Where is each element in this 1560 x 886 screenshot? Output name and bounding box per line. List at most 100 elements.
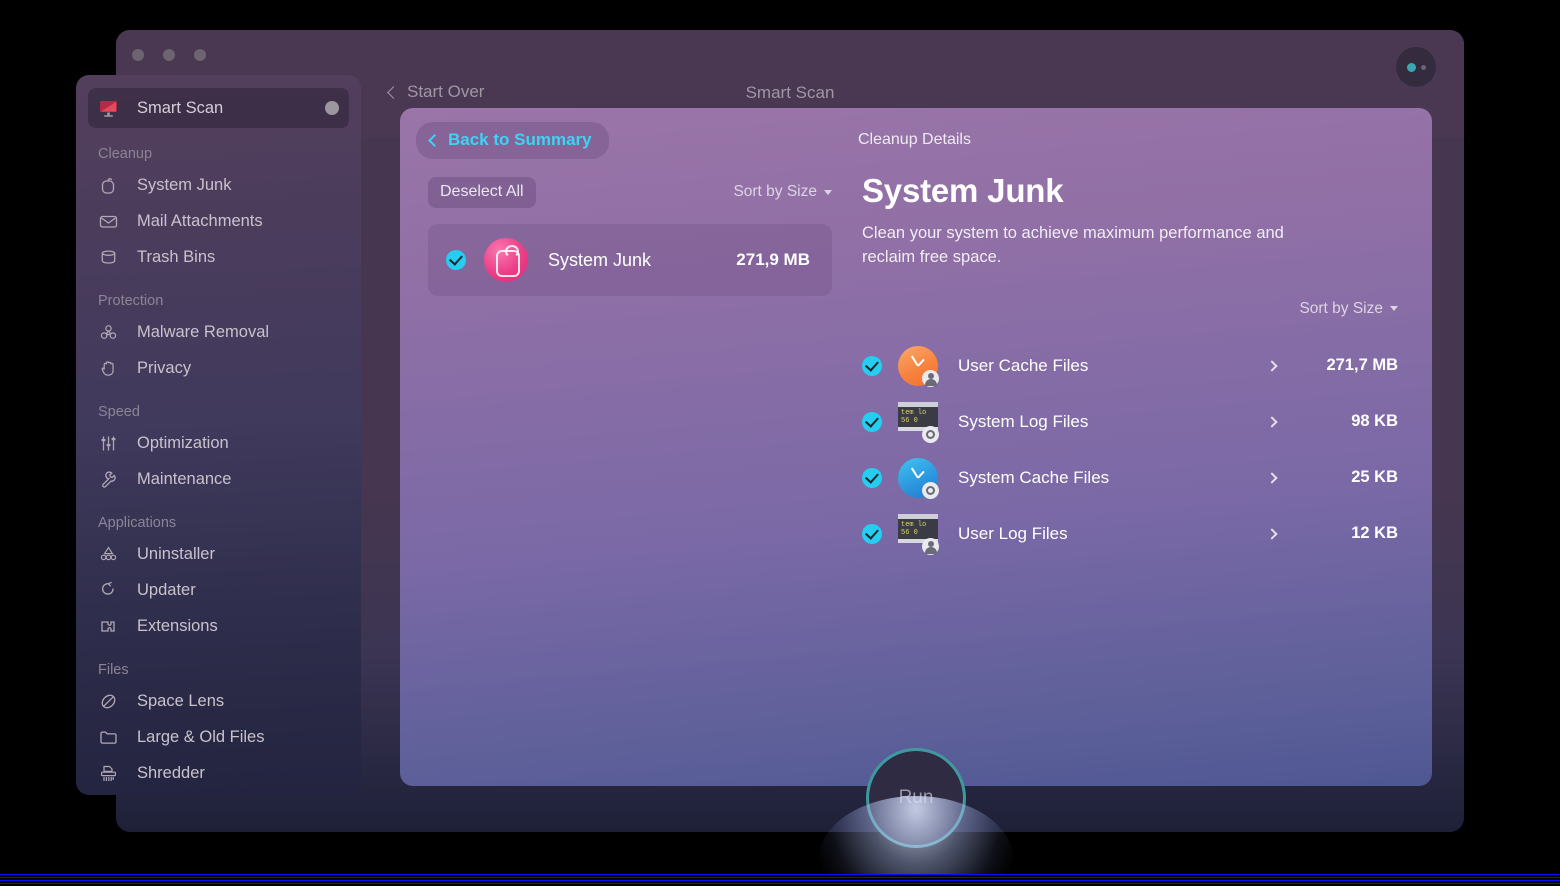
folder-icon <box>98 727 119 748</box>
chevron-left-icon <box>428 133 441 147</box>
sidebar-item-label: Malware Removal <box>137 322 270 341</box>
checkbox-user-cache-files[interactable] <box>862 355 882 376</box>
file-size: 25 KB <box>1351 468 1398 487</box>
left-sort-dropdown[interactable]: Sort by Size <box>733 183 832 201</box>
chevron-down-icon <box>824 189 832 195</box>
sidebar-item-maintenance[interactable]: Maintenance <box>88 461 349 497</box>
sidebar-item-system-junk[interactable]: System Junk <box>88 167 349 203</box>
shredder-icon <box>98 763 119 784</box>
close-button-icon[interactable] <box>132 49 144 61</box>
sidebar-item-label: Optimization <box>137 433 229 452</box>
user-log-icon: tem lo 56 0 <box>898 513 939 555</box>
back-to-summary-label: Back to Summary <box>448 130 592 149</box>
chevron-right-icon[interactable] <box>1266 416 1278 428</box>
sidebar-item-label: System Junk <box>137 175 232 194</box>
checkbox-user-log-files[interactable] <box>862 523 882 544</box>
sidebar-item-extensions[interactable]: Extensions <box>88 608 349 644</box>
file-size: 12 KB <box>1351 524 1398 543</box>
checkbox-system-cache-files[interactable] <box>862 467 882 488</box>
screen: Start Over Smart Scan Back to Summary Cl… <box>0 0 1560 886</box>
envelope-icon <box>98 211 119 232</box>
status-dot-icon <box>325 101 339 115</box>
checkbox-system-log-files[interactable] <box>862 411 882 432</box>
junk-bag-icon <box>98 175 119 196</box>
lens-icon <box>98 691 119 712</box>
sidebar-item-label: Mail Attachments <box>137 211 263 230</box>
sidebar-item-mail-attachments[interactable]: Mail Attachments <box>88 203 349 239</box>
sidebar-item-label: Privacy <box>137 358 192 377</box>
sidebar-item-label: Uninstaller <box>137 544 215 563</box>
sidebar-item-trash-bins[interactable]: Trash Bins <box>88 239 349 275</box>
sidebar-item-label: Trash Bins <box>137 247 216 266</box>
hand-icon <box>98 358 119 379</box>
chevron-right-icon[interactable] <box>1266 472 1278 484</box>
sidebar-item-shredder[interactable]: Shredder <box>88 755 349 791</box>
checkbox-system-junk[interactable] <box>446 250 466 270</box>
file-name: System Log Files <box>958 411 1089 431</box>
category-row-system-junk[interactable]: System Junk 271,9 MB <box>428 224 832 296</box>
left-sort-label: Sort by Size <box>733 183 817 200</box>
sidebar-group-applications: Applications <box>98 515 177 531</box>
system-log-icon: tem lo 56 0 <box>898 401 939 443</box>
user-cache-icon <box>898 345 939 387</box>
file-row[interactable]: System Cache Files 25 KB <box>862 450 1398 506</box>
sidebar-item-malware-removal[interactable]: Malware Removal <box>88 314 349 350</box>
system-cache-icon <box>898 457 939 499</box>
launchpad-icon <box>98 544 119 565</box>
wrench-icon <box>98 469 119 490</box>
sidebar-item-label: Updater <box>137 580 196 599</box>
card-header: Back to Summary Cleanup Details <box>400 108 1432 170</box>
sidebar-item-label: Maintenance <box>137 469 232 488</box>
file-size: 271,7 MB <box>1326 356 1398 375</box>
sidebar-item-label: Space Lens <box>137 691 225 710</box>
sidebar-group-cleanup: Cleanup <box>98 146 153 162</box>
card-body: Deselect All Sort by Size System Junk 27… <box>400 170 1432 786</box>
puzzle-icon <box>98 616 119 637</box>
account-status-button[interactable] <box>1396 47 1436 87</box>
file-category-list: User Cache Files 271,7 MB tem lo 56 0 Sy… <box>862 338 1398 562</box>
cleanup-details-card: Back to Summary Cleanup Details Deselect… <box>400 108 1432 786</box>
run-button[interactable]: Run <box>866 748 966 848</box>
category-size: 271,9 MB <box>736 250 810 269</box>
sidebar-item-label: Smart Scan <box>137 98 224 117</box>
chevron-down-icon <box>1390 306 1398 312</box>
traffic-lights[interactable] <box>132 49 206 61</box>
sidebar-item-uninstaller[interactable]: Uninstaller <box>88 536 349 572</box>
sidebar-item-label: Extensions <box>137 616 218 635</box>
sidebar-item-space-lens[interactable]: Space Lens <box>88 683 349 719</box>
file-row[interactable]: User Cache Files 271,7 MB <box>862 338 1398 394</box>
file-row[interactable]: tem lo 56 0 System Log Files 98 KB <box>862 394 1398 450</box>
zoom-button-icon[interactable] <box>194 49 206 61</box>
minimize-button-icon[interactable] <box>163 49 175 61</box>
sidebar-item-large-and-old-files[interactable]: Large & Old Files <box>88 719 349 755</box>
left-toolbar: Deselect All Sort by Size <box>428 170 832 214</box>
file-name: System Cache Files <box>958 467 1110 487</box>
right-sort-dropdown[interactable]: Sort by Size <box>1299 300 1398 318</box>
refresh-icon <box>98 580 119 601</box>
sidebar-item-smart-scan[interactable]: Smart Scan <box>88 88 349 128</box>
category-list-column: Deselect All Sort by Size System Junk 27… <box>400 170 856 786</box>
junk-bag-icon <box>484 238 528 282</box>
screen-scanline-artifact <box>0 874 1560 886</box>
secondary-dot-icon <box>1420 64 1426 70</box>
sidebar-group-speed: Speed <box>98 404 140 420</box>
chevron-right-icon[interactable] <box>1266 528 1278 540</box>
file-name: User Log Files <box>958 523 1068 543</box>
biohazard-icon <box>98 322 119 343</box>
sidebar-item-updater[interactable]: Updater <box>88 572 349 608</box>
sidebar-group-files: Files <box>98 662 129 678</box>
file-size: 98 KB <box>1351 412 1398 431</box>
file-row[interactable]: tem lo 56 0 User Log Files 12 KB <box>862 506 1398 562</box>
sidebar: Smart Scan Cleanup System Junk Mail Atta… <box>76 75 361 795</box>
sidebar-item-privacy[interactable]: Privacy <box>88 350 349 386</box>
sliders-icon <box>98 433 119 454</box>
category-name: System Junk <box>548 249 652 270</box>
file-name: User Cache Files <box>958 355 1089 375</box>
back-to-summary-button[interactable]: Back to Summary <box>416 122 609 159</box>
deselect-all-button[interactable]: Deselect All <box>428 176 536 208</box>
status-dot-icon <box>1406 62 1416 72</box>
sidebar-item-optimization[interactable]: Optimization <box>88 425 349 461</box>
chevron-right-icon[interactable] <box>1266 360 1278 372</box>
details-column: System Junk Clean your system to achieve… <box>856 170 1432 786</box>
right-sort-label: Sort by Size <box>1299 299 1383 317</box>
